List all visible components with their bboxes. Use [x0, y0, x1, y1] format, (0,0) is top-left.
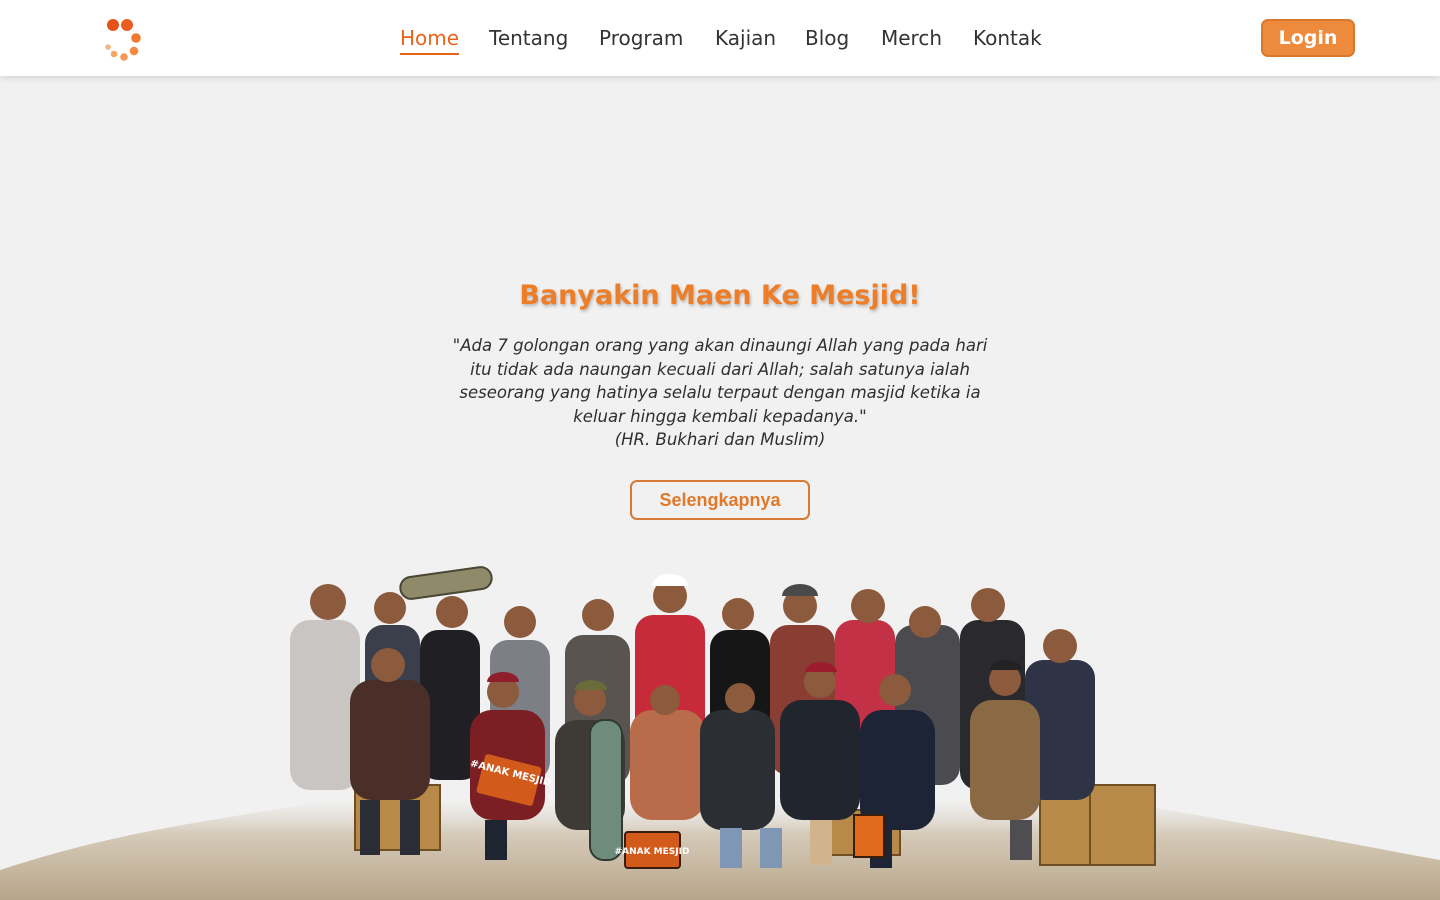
nav-kajian[interactable]: Kajian [715, 24, 776, 52]
quote-line: itu tidak ada naungan kecuali dari Allah… [470, 359, 970, 379]
anak-mesjid-box-center: #ANAK MESJID [615, 831, 690, 869]
box-label-center: #ANAK MESJID [615, 847, 690, 857]
nav-tentang[interactable]: Tentang [489, 24, 568, 52]
quote-line: keluar hingga kembali kepadanya." [573, 406, 867, 426]
login-button[interactable]: Login [1261, 19, 1355, 57]
hadith-quote: "Ada 7 golongan orang yang akan dinaungi… [450, 334, 990, 452]
nav-program[interactable]: Program [599, 24, 683, 52]
navbar: Home Tentang Program Kajian Blog Merch K… [0, 0, 1440, 76]
selengkapnya-button[interactable]: Selengkapnya [630, 480, 810, 520]
hero-title: Banyakin Maen Ke Mesjid! [519, 280, 921, 311]
nav-home[interactable]: Home [400, 24, 460, 55]
quote-line: "Ada 7 golongan orang yang akan dinaungi… [452, 336, 988, 355]
loader-dots-logo-icon [105, 19, 141, 61]
group-photo-illustration: #ANAK MESJID #ANAK MESJID [290, 566, 1156, 869]
nav-blog[interactable]: Blog [805, 24, 849, 52]
nav-kontak[interactable]: Kontak [973, 24, 1042, 52]
nav-merch[interactable]: Merch [881, 24, 942, 52]
quote-citation: (HR. Bukhari dan Muslim) [614, 430, 826, 449]
quote-line: seseorang yang hatinya selalu terpaut de… [459, 383, 981, 402]
logo-icon[interactable] [100, 14, 150, 64]
